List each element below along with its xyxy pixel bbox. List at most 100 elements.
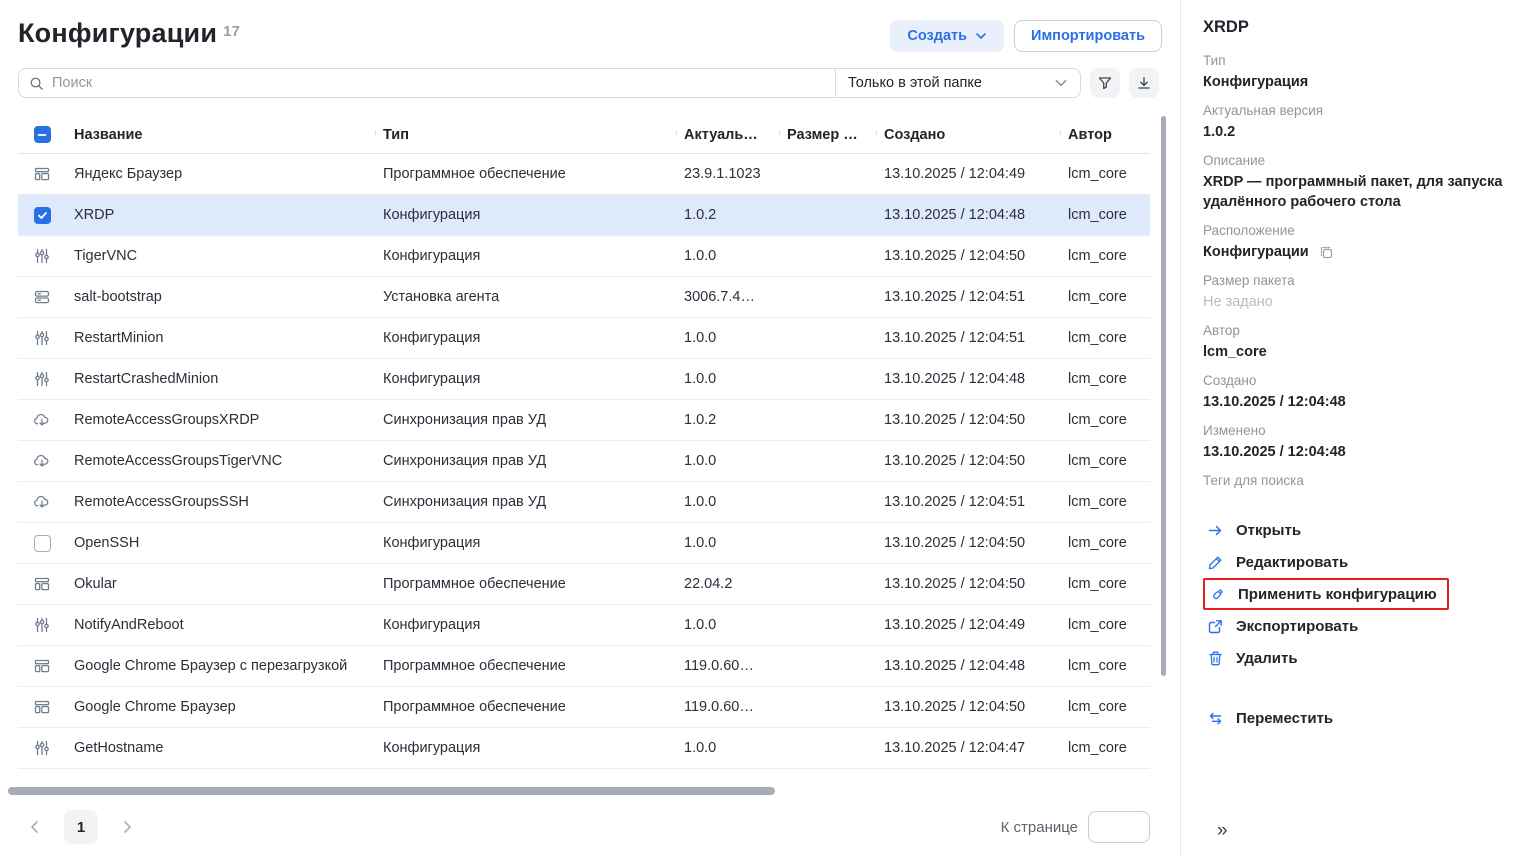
chevron-down-icon [1054, 76, 1068, 90]
row-leading[interactable] [18, 698, 66, 716]
row-type: Конфигурация [375, 371, 676, 387]
field-value: Не задано [1203, 292, 1513, 312]
row-version: 1.0.2 [676, 412, 779, 428]
row-name[interactable]: RemoteAccessGroupsTigerVNC [66, 453, 375, 469]
checkbox-checked-icon[interactable] [34, 207, 51, 224]
row-leading[interactable] [18, 207, 66, 224]
row-name[interactable]: Яндекс Браузер [66, 166, 375, 182]
search-input[interactable] [52, 75, 825, 91]
action-move-arrows[interactable]: Переместить [1203, 702, 1513, 734]
prev-page-button[interactable] [18, 810, 52, 844]
app-window-icon [33, 575, 51, 593]
row-leading[interactable] [18, 575, 66, 593]
table-row[interactable]: TigerVNCКонфигурация1.0.013.10.2025 / 12… [18, 236, 1150, 277]
row-name[interactable]: RestartMinion [66, 330, 375, 346]
panel-collapse-button[interactable]: » [1217, 820, 1228, 842]
import-button[interactable]: Импортировать [1014, 20, 1162, 52]
horizontal-scrollbar[interactable] [8, 787, 775, 795]
sliders-icon [33, 370, 51, 388]
page-number-button[interactable]: 1 [64, 810, 98, 844]
row-version: 22.04.2 [676, 576, 779, 592]
table-row[interactable]: RestartCrashedMinionКонфигурация1.0.013.… [18, 359, 1150, 400]
col-header-type[interactable]: Тип [375, 127, 676, 143]
col-header-version[interactable]: Актуаль… [676, 127, 779, 143]
field-value: Конфигурация [1203, 72, 1513, 92]
row-version: 1.0.0 [676, 617, 779, 633]
table-row[interactable]: RemoteAccessGroupsTigerVNCСинхронизация … [18, 441, 1150, 482]
row-created: 13.10.2025 / 12:04:51 [876, 494, 1060, 510]
row-version: 1.0.0 [676, 248, 779, 264]
row-name[interactable]: XRDP [66, 207, 375, 223]
row-author: lcm_core [1060, 740, 1150, 756]
row-name[interactable]: OpenSSH [66, 535, 375, 551]
create-button[interactable]: Создать [890, 20, 1004, 52]
folder-filter-select[interactable]: Только в этой папке [835, 69, 1080, 97]
table-row[interactable]: RemoteAccessGroupsXRDPСинхронизация прав… [18, 400, 1150, 441]
app-root: Конфигурации17 Создать Импортировать [0, 0, 1533, 856]
table-row[interactable]: NotifyAndRebootКонфигурация1.0.013.10.20… [18, 605, 1150, 646]
table-row[interactable]: RemoteAccessGroupsSSHСинхронизация прав … [18, 482, 1150, 523]
col-header-created[interactable]: Создано [876, 127, 1060, 143]
download-button[interactable] [1129, 68, 1159, 98]
vertical-scrollbar[interactable] [1161, 116, 1166, 676]
row-author: lcm_core [1060, 371, 1150, 387]
row-name[interactable]: GetHostname [66, 740, 375, 756]
action-apply-tag[interactable]: Применить конфигурацию [1203, 578, 1449, 610]
row-created: 13.10.2025 / 12:04:50 [876, 412, 1060, 428]
row-name[interactable]: Google Chrome Браузер с перезагрузкой [66, 658, 375, 674]
filter-button[interactable] [1090, 68, 1120, 98]
row-created: 13.10.2025 / 12:04:48 [876, 207, 1060, 223]
row-version: 23.9.1.1023 [676, 166, 779, 182]
row-version: 1.0.0 [676, 453, 779, 469]
row-name[interactable]: Okular [66, 576, 375, 592]
next-page-button[interactable] [110, 810, 144, 844]
row-type: Конфигурация [375, 535, 676, 551]
details-panel: XRDP ТипКонфигурацияАктуальная версия1.0… [1180, 0, 1533, 856]
row-leading[interactable] [18, 411, 66, 429]
row-name[interactable]: RemoteAccessGroupsXRDP [66, 412, 375, 428]
goto-page-input[interactable] [1088, 811, 1150, 843]
row-leading[interactable] [18, 616, 66, 634]
pagination: 1 К странице [18, 808, 1150, 846]
col-header-name[interactable]: Название [66, 127, 375, 143]
row-leading[interactable] [18, 288, 66, 306]
row-leading[interactable] [18, 657, 66, 675]
row-leading[interactable] [18, 165, 66, 183]
checkbox-unchecked-icon[interactable] [34, 535, 51, 552]
select-all-checkbox[interactable] [18, 126, 66, 143]
row-leading[interactable] [18, 370, 66, 388]
table-row[interactable]: OpenSSHКонфигурация1.0.013.10.2025 / 12:… [18, 523, 1150, 564]
row-created: 13.10.2025 / 12:04:47 [876, 740, 1060, 756]
row-name[interactable]: TigerVNC [66, 248, 375, 264]
table-row[interactable]: Яндекс БраузерПрограммное обеспечение23.… [18, 154, 1150, 195]
row-name[interactable]: RestartCrashedMinion [66, 371, 375, 387]
row-leading[interactable] [18, 329, 66, 347]
row-name[interactable]: Google Chrome Браузер [66, 699, 375, 715]
row-leading[interactable] [18, 535, 66, 552]
table-row[interactable]: Google Chrome БраузерПрограммное обеспеч… [18, 687, 1150, 728]
table-row[interactable]: salt-bootstrapУстановка агента3006.7.4…1… [18, 277, 1150, 318]
col-header-size[interactable]: Размер … [779, 127, 876, 143]
row-leading[interactable] [18, 493, 66, 511]
action-pencil[interactable]: Редактировать [1203, 546, 1513, 578]
row-leading[interactable] [18, 247, 66, 265]
copy-icon[interactable] [1319, 245, 1334, 260]
table-row[interactable]: OkularПрограммное обеспечение22.04.213.1… [18, 564, 1150, 605]
row-name[interactable]: NotifyAndReboot [66, 617, 375, 633]
table-row[interactable]: XRDPКонфигурация1.0.213.10.2025 / 12:04:… [18, 195, 1150, 236]
trash-icon [1207, 650, 1224, 667]
row-version: 1.0.0 [676, 535, 779, 551]
action-trash[interactable]: Удалить [1203, 642, 1513, 674]
table-row[interactable]: GetHostnameКонфигурация1.0.013.10.2025 /… [18, 728, 1150, 769]
row-leading[interactable] [18, 452, 66, 470]
action-arrow-right[interactable]: Открыть [1203, 514, 1513, 546]
action-export[interactable]: Экспортировать [1203, 610, 1513, 642]
row-name[interactable]: RemoteAccessGroupsSSH [66, 494, 375, 510]
col-header-author[interactable]: Автор [1060, 127, 1150, 143]
table-row[interactable]: Google Chrome Браузер с перезагрузкойПро… [18, 646, 1150, 687]
table-row[interactable]: RestartMinionКонфигурация1.0.013.10.2025… [18, 318, 1150, 359]
row-created: 13.10.2025 / 12:04:49 [876, 166, 1060, 182]
row-name[interactable]: salt-bootstrap [66, 289, 375, 305]
row-leading[interactable] [18, 739, 66, 757]
row-author: lcm_core [1060, 412, 1150, 428]
